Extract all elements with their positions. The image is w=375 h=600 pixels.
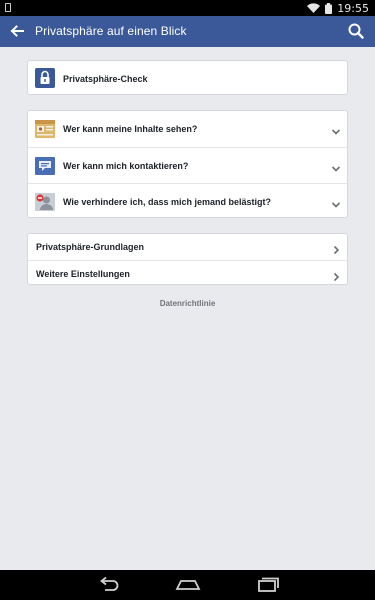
status-bar: 19:55 — [0, 0, 375, 16]
status-icons: 19:55 — [307, 1, 369, 15]
link-label: Weitere Einstellungen — [36, 269, 130, 279]
chevron-right-icon — [331, 242, 341, 255]
search-icon[interactable] — [347, 22, 365, 40]
sim-icon — [5, 3, 11, 12]
settings-item-label: Wer kann meine Inhalte sehen? — [63, 124, 198, 134]
settings-item-stop-harassment[interactable]: Wie verhindere ich, dass mich jemand bel… — [28, 183, 347, 219]
settings-item-label: Wer kann mich kontaktieren? — [63, 161, 189, 171]
privacy-shortcuts-content: Privatsphäre-Check Wer kann meine Inhalt… — [0, 47, 375, 570]
chevron-down-icon — [331, 161, 341, 172]
settings-item-label: Wie verhindere ich, dass mich jemand bel… — [63, 197, 271, 207]
status-time: 19:55 — [337, 1, 369, 15]
data-policy-link[interactable]: Datenrichtlinie — [0, 299, 375, 308]
battery-icon — [325, 2, 333, 14]
blocked-person-icon — [35, 192, 55, 212]
link-privacy-basics[interactable]: Privatsphäre-Grundlagen — [28, 234, 347, 260]
arrow-left-icon[interactable] — [8, 22, 26, 40]
chevron-right-icon — [331, 269, 341, 282]
wifi-icon — [307, 3, 321, 13]
nav-recent-apps-icon[interactable] — [255, 575, 281, 595]
settings-item-who-can-contact[interactable]: Wer kann mich kontaktieren? — [28, 147, 347, 183]
privacy-check-label: Privatsphäre-Check — [63, 74, 148, 84]
app-bar: Privatsphäre auf einen Blick — [0, 16, 375, 47]
privacy-check-card: Privatsphäre-Check — [27, 60, 348, 95]
nav-back-icon[interactable] — [95, 575, 121, 595]
lock-icon — [35, 68, 55, 88]
chevron-down-icon — [331, 124, 341, 135]
link-more-settings[interactable]: Weitere Einstellungen — [28, 260, 347, 286]
page-title: Privatsphäre auf einen Blick — [35, 24, 187, 38]
privacy-links-card: Privatsphäre-Grundlagen Weitere Einstell… — [27, 233, 348, 285]
nav-home-icon[interactable] — [175, 575, 201, 595]
system-nav-bar — [0, 570, 375, 600]
chevron-down-icon — [331, 197, 341, 208]
privacy-check-item[interactable]: Privatsphäre-Check — [28, 61, 347, 96]
link-label: Privatsphäre-Grundlagen — [36, 242, 145, 252]
privacy-settings-card: Wer kann meine Inhalte sehen? Wer kann m… — [27, 110, 348, 218]
photo-card-icon — [35, 119, 55, 139]
settings-item-who-can-see[interactable]: Wer kann meine Inhalte sehen? — [28, 111, 347, 147]
message-bubble-icon — [35, 156, 55, 176]
